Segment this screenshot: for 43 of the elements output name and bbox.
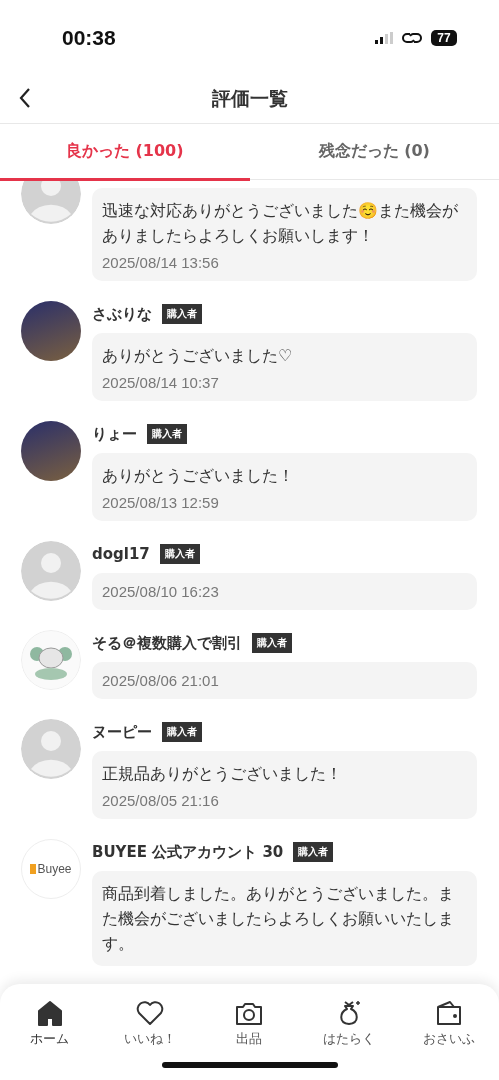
review-date: 2025/08/06 21:01 bbox=[102, 672, 220, 689]
review-date: 2025/08/13 12:59 bbox=[102, 494, 220, 511]
heart-icon bbox=[134, 998, 165, 1028]
reviewer-name: さぶりな bbox=[92, 304, 152, 324]
nav-tab[interactable]: ホーム bbox=[0, 998, 100, 1080]
reviewer-name: りょー bbox=[92, 424, 137, 444]
page-title: 評価一覧 bbox=[211, 86, 288, 111]
reviewer-name: そる＠複数購入で割引 bbox=[92, 633, 242, 653]
review-comment: ありがとうございました！ bbox=[102, 465, 295, 487]
review-comment: 商品到着しました。ありがとうございました。また機会がございましたらよろしくお願いいたします。 bbox=[102, 883, 455, 955]
link-icon bbox=[401, 30, 423, 45]
buyer-badge: 購入者 bbox=[147, 424, 187, 444]
back-icon bbox=[18, 87, 32, 109]
review-date: 2025/08/10 16:23 bbox=[102, 583, 220, 600]
avatar-silhouette-icon bbox=[21, 541, 81, 601]
review-comment: 迅速な対応ありがとうございました☺また機会がありましたらよろしくお願いします！ bbox=[102, 200, 459, 247]
avatar-silhouette-icon bbox=[21, 180, 81, 224]
review-comment: 正規品ありがとうございました！ bbox=[102, 763, 343, 785]
nav-tab[interactable]: おさいふ bbox=[399, 998, 499, 1080]
review-comment: ありがとうございました♡ bbox=[102, 345, 294, 367]
status-time: 00:38 bbox=[62, 25, 116, 50]
battery-icon: 77 bbox=[431, 29, 457, 46]
buyer-badge: 購入者 bbox=[162, 722, 202, 742]
nav-tab[interactable]: いいね！ bbox=[99, 998, 200, 1080]
reviewer-name: dogl17 bbox=[92, 545, 150, 563]
avatar-silhouette-icon bbox=[21, 719, 81, 779]
reviewer-name: BUYEE 公式アカウント 30 bbox=[92, 842, 284, 862]
reviewer-name: ヌーピー bbox=[92, 722, 152, 742]
review-date: 2025/08/14 10:37 bbox=[102, 374, 220, 391]
signal-icon bbox=[375, 31, 393, 44]
buyer-badge: 購入者 bbox=[159, 544, 200, 564]
photo-placeholder bbox=[21, 301, 81, 361]
review-date: 2025/08/05 21:16 bbox=[102, 792, 220, 809]
review-date: 2025/08/14 13:56 bbox=[102, 254, 220, 271]
buyer-badge: 購入者 bbox=[162, 304, 202, 324]
buyer-badge: 購入者 bbox=[293, 842, 334, 862]
nav-tab[interactable]: はたらく bbox=[299, 998, 400, 1080]
avatar-illustration-icon bbox=[21, 630, 81, 690]
review-tab[interactable]: 残念だった (0) bbox=[249, 124, 499, 181]
nav-tab[interactable]: 出品 bbox=[199, 998, 300, 1080]
buyer-badge: 購入者 bbox=[252, 633, 292, 653]
logo-avatar: Buyee bbox=[21, 839, 81, 899]
photo-placeholder bbox=[21, 421, 81, 481]
